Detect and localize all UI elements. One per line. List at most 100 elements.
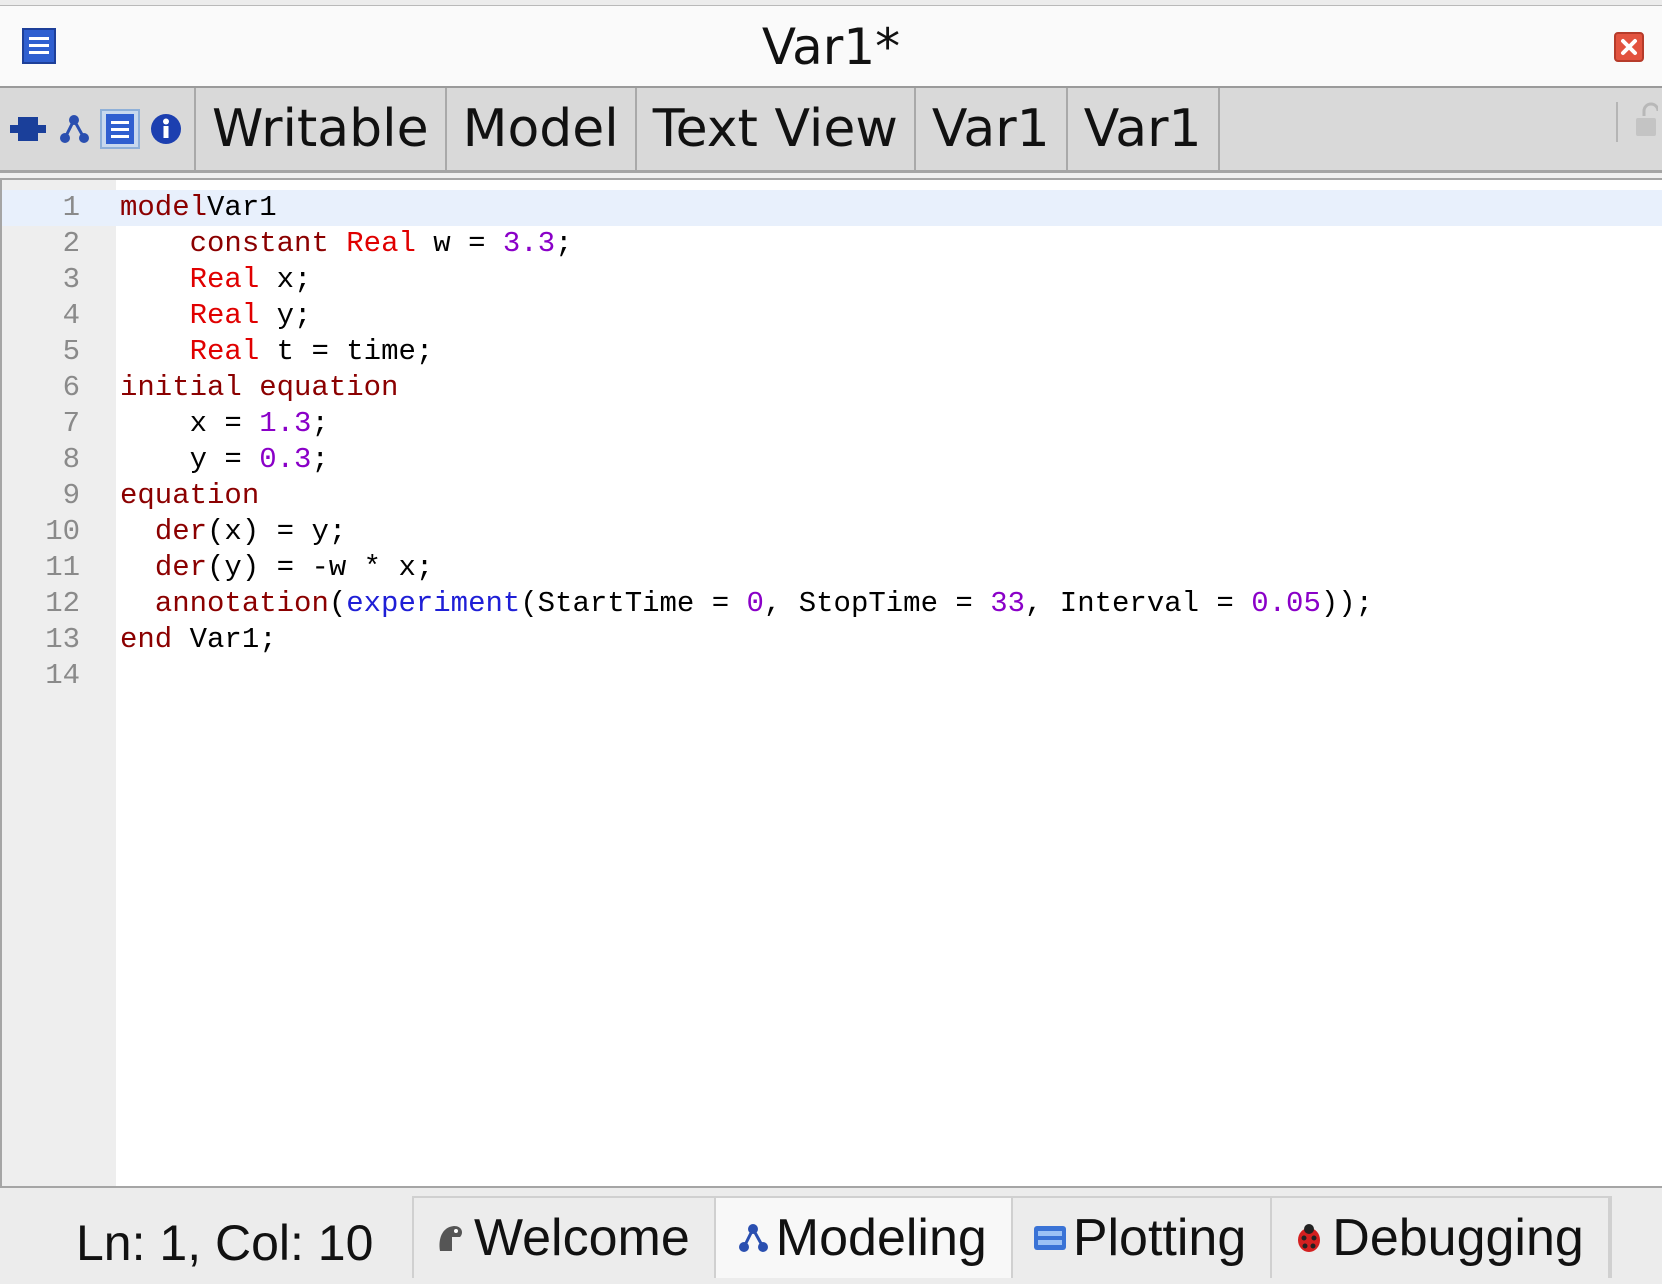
code-line[interactable]: 13 end Var1; [2, 622, 1662, 658]
code-token: , StopTime = [763, 587, 991, 620]
tab-debugging[interactable]: Debugging [1272, 1198, 1610, 1278]
line-number: 7 [62, 407, 80, 440]
info-icon [151, 114, 181, 144]
code-token: Var1; [172, 623, 277, 656]
code-token: y = [120, 443, 260, 476]
code-token: ; [311, 443, 329, 476]
status-bar: Ln: 1, Col: 10 Welcome Modeling Plotting… [0, 1188, 1662, 1284]
tab-plotting-label: Plotting [1072, 1209, 1247, 1267]
welcome-icon [439, 1226, 462, 1251]
code-text: Real y; [120, 298, 312, 334]
line-number: 4 [62, 299, 80, 332]
code-line[interactable]: 3 Real x; [2, 262, 1662, 298]
class-restriction: Model [447, 88, 637, 170]
line-number: 2 [62, 227, 80, 260]
code-token: x = [120, 407, 260, 440]
tab-modeling[interactable]: Modeling [715, 1198, 1013, 1278]
line-number: 12 [45, 587, 80, 620]
code-line[interactable]: 7 x = 1.3; [2, 406, 1662, 442]
code-text: Real x; [120, 262, 312, 298]
code-token: experiment [346, 587, 521, 620]
view-type: Text View [637, 88, 916, 170]
text-view-icon [106, 114, 134, 144]
code-token: initial equation [120, 371, 399, 404]
tab-welcome-label: Welcome [474, 1209, 690, 1267]
code-token: ; [311, 407, 329, 440]
icon-view-button[interactable] [54, 109, 94, 149]
line-number: 8 [62, 443, 80, 476]
code-line[interactable]: 8 y = 0.3; [2, 442, 1662, 478]
tab-modeling-label: Modeling [775, 1209, 987, 1267]
code-text: der(x) = y; [120, 514, 346, 550]
code-text: constant Real w = 3.3; [120, 226, 573, 262]
model-path: Var1 [1068, 88, 1220, 170]
code-line[interactable]: 4 Real y; [2, 298, 1662, 334]
documentation-view-button[interactable] [146, 109, 186, 149]
code-token: constant [189, 227, 329, 260]
view-switcher [0, 88, 196, 170]
code-line[interactable]: 1 modelVar1 [2, 190, 1662, 226]
code-text: annotation(experiment(StartTime = 0, Sto… [120, 586, 1373, 622]
code-token: Real [189, 299, 260, 332]
code-line[interactable]: 12 annotation(experiment(StartTime = 0, … [2, 586, 1662, 622]
code-token: end [120, 623, 173, 656]
perspective-tabs: Welcome Modeling Plotting Debugging [412, 1196, 1612, 1278]
cursor-position: Ln: 1, Col: 10 [76, 1215, 374, 1271]
toolbar-spacer [1220, 88, 1662, 170]
code-text: initial equation [120, 370, 398, 406]
code-token: t = time; [259, 335, 434, 368]
code-line[interactable]: 2 constant Real w = 3.3; [2, 226, 1662, 262]
code-text: der(y) = -w * x; [120, 550, 433, 586]
code-token: der [154, 551, 208, 584]
code-token: y; [259, 299, 312, 332]
code-token: ; [555, 227, 573, 260]
unlock-icon[interactable] [1616, 102, 1658, 142]
plotting-icon [1033, 1226, 1066, 1250]
text-view-button[interactable] [100, 109, 140, 149]
modeling-icon [738, 1224, 768, 1252]
code-line[interactable]: 10 der(x) = y; [2, 514, 1662, 550]
code-token: 0.3 [259, 443, 312, 476]
code-token: (StartTime = [520, 587, 747, 620]
code-line[interactable]: 11 der(y) = -w * x; [2, 550, 1662, 586]
line-number: 14 [45, 659, 80, 692]
code-editor[interactable]: 1 modelVar1 2 constant Real w = 3.3; 3 Real… [0, 178, 1662, 1188]
close-icon[interactable] [1614, 32, 1644, 62]
code-token: (x) = y; [207, 515, 347, 548]
code-token: , Interval = [1025, 587, 1252, 620]
icon-view-icon [60, 115, 89, 143]
code-token: w = [415, 227, 503, 260]
title-bar: Var1* [0, 6, 1662, 88]
code-token: x; [259, 263, 312, 296]
code-text: y = 0.3; [120, 442, 329, 478]
code-line[interactable]: 9 equation [2, 478, 1662, 514]
tab-welcome[interactable]: Welcome [414, 1198, 716, 1278]
code-token: equation [120, 479, 260, 512]
code-token: 3.3 [502, 227, 556, 260]
code-token: Real [346, 227, 416, 260]
code-text: end Var1; [120, 622, 277, 658]
line-number: 3 [62, 263, 80, 296]
line-number: 6 [62, 371, 80, 404]
code-text: Real t = time; [120, 334, 434, 370]
code-text: modelVar1 [120, 190, 277, 226]
code-token: 0.05 [1251, 587, 1321, 620]
code-line[interactable]: 14 [2, 658, 1662, 694]
tab-plotting[interactable]: Plotting [1013, 1198, 1273, 1278]
model-name: Var1 [916, 88, 1068, 170]
code-line[interactable]: 6 initial equation [2, 370, 1662, 406]
code-token: Real [189, 263, 260, 296]
tab-debugging-label: Debugging [1332, 1209, 1584, 1267]
code-line[interactable]: 5 Real t = time; [2, 334, 1662, 370]
code-text: equation [120, 478, 259, 514]
line-number: 13 [45, 623, 80, 656]
code-token: 0 [746, 587, 764, 620]
line-number: 9 [62, 479, 80, 512]
diagram-view-button[interactable] [8, 109, 48, 149]
